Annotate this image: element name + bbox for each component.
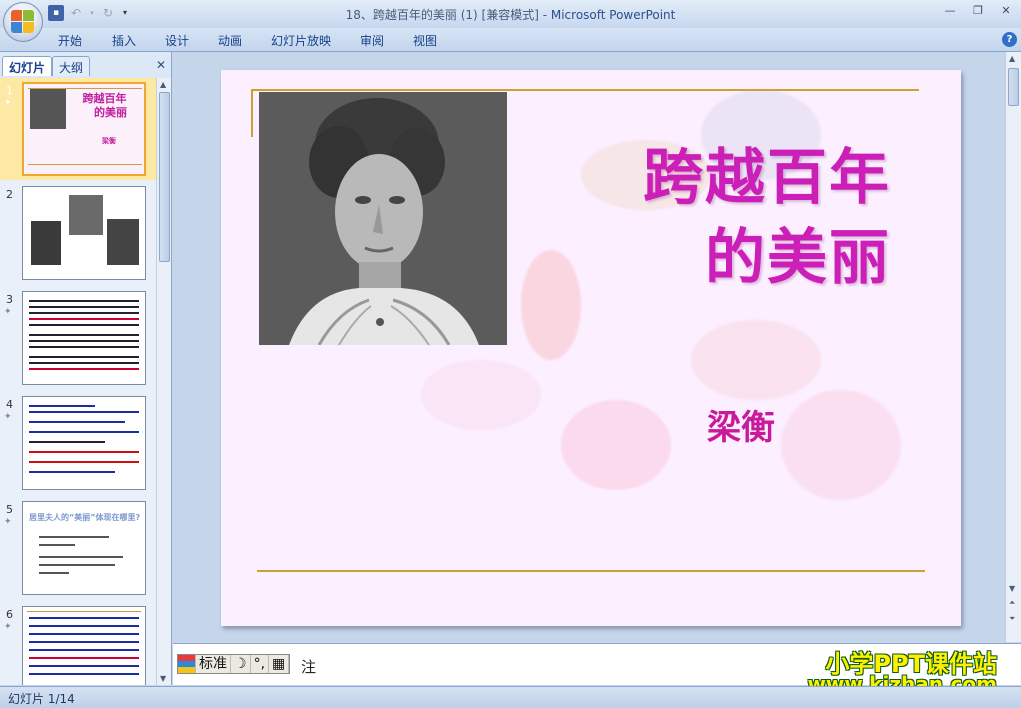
office-button[interactable]	[3, 2, 43, 42]
tab-insert[interactable]: 插入	[112, 32, 136, 49]
ime-logo-icon[interactable]	[178, 655, 196, 673]
animation-icon: ✦	[4, 517, 12, 527]
current-slide[interactable]: 跨越百年 的美丽 梁衡	[221, 70, 961, 626]
scroll-up-icon[interactable]: ▲	[1009, 54, 1015, 63]
slide-number: 4	[6, 398, 13, 411]
gold-rule-left	[251, 89, 253, 137]
slide-preview	[22, 606, 146, 685]
close-panel-icon[interactable]: ✕	[156, 58, 166, 72]
document-name: 18、跨越百年的美丽 (1) [兼容模式]	[345, 8, 539, 22]
soft-keyboard-icon[interactable]: ▦	[269, 655, 290, 673]
thumbnail-scrollbar[interactable]: ▲ ▼	[156, 78, 171, 685]
panel-tabs: 幻灯片 大纲 ✕	[0, 54, 172, 76]
slide-preview	[22, 186, 146, 280]
photo-thumbnail	[31, 221, 61, 265]
tab-view[interactable]: 视图	[413, 32, 437, 49]
help-icon[interactable]: ?	[1002, 32, 1017, 47]
tab-outline[interactable]: 大纲	[52, 56, 91, 76]
animation-icon: ✦	[4, 412, 12, 422]
portrait-thumbnail	[30, 89, 66, 129]
notes-placeholder: 注	[301, 658, 317, 676]
animation-icon: ✦	[4, 622, 12, 632]
tab-home[interactable]: 开始	[58, 32, 82, 49]
slide-author[interactable]: 梁衡	[707, 400, 775, 449]
status-bar: 幻灯片 1/14	[0, 686, 1021, 708]
slide-thumbnail-1[interactable]: 1 ✦ 跨越百年 的美丽 梁衡	[0, 78, 156, 180]
scrollbar-thumb[interactable]	[1008, 68, 1019, 106]
tab-design[interactable]: 设计	[165, 32, 189, 49]
halfwidth-moon-icon[interactable]: ☽	[231, 655, 251, 673]
decorative-flower	[421, 360, 541, 430]
slide-scrollbar[interactable]: ▲ ▼ ⏶ ⏷	[1005, 52, 1021, 642]
slide-preview: 居里夫人的“美丽”体现在哪里?	[22, 501, 146, 595]
slide-number: 6	[6, 608, 13, 621]
slide-preview	[22, 291, 146, 385]
photo-thumbnail	[107, 219, 139, 265]
next-slide-icon[interactable]: ⏷	[1009, 614, 1015, 624]
thumbnail-author: 梁衡	[102, 137, 116, 145]
window-title: 18、跨越百年的美丽 (1) [兼容模式] - Microsoft PowerP…	[345, 8, 676, 22]
previous-slide-icon[interactable]: ⏶	[1009, 598, 1015, 608]
gold-rule-bottom	[257, 570, 925, 572]
slide-thumbnail-list: 1 ✦ 跨越百年 的美丽 梁衡 2 3 ✦ 4 ✦ 5 ✦ 居里夫人的“美丽”体…	[0, 78, 156, 685]
slide-number: 1	[6, 84, 13, 97]
scroll-down-icon[interactable]: ▼	[1009, 584, 1015, 593]
thumbnail-title: 居里夫人的“美丽”体现在哪里?	[29, 513, 141, 522]
gold-rule-top	[251, 89, 919, 91]
office-logo-icon	[11, 10, 35, 34]
animation-icon: ✦	[4, 98, 12, 108]
tab-animations[interactable]: 动画	[218, 32, 242, 49]
punctuation-icon[interactable]: °,	[251, 655, 270, 673]
slide-preview: 跨越百年 的美丽 梁衡	[22, 82, 146, 176]
thumbnail-title: 跨越百年 的美丽	[82, 92, 128, 119]
slide-preview	[22, 396, 146, 490]
slide-thumbnail-5[interactable]: 5 ✦ 居里夫人的“美丽”体现在哪里?	[0, 497, 156, 599]
ribbon-tabs: 开始 插入 设计 动画 幻灯片放映 审阅 视图 ?	[0, 28, 1021, 52]
slide-counter: 幻灯片 1/14	[8, 692, 75, 706]
title-bar: ▪ ↶ ▾ ↻ ▾ 18、跨越百年的美丽 (1) [兼容模式] - Micros…	[0, 0, 1021, 42]
portrait-photo[interactable]	[259, 92, 507, 345]
ime-toolbar[interactable]: 标准 ☽ °, ▦	[177, 654, 291, 674]
slide-thumbnail-4[interactable]: 4 ✦	[0, 392, 156, 494]
ime-mode[interactable]: 标准	[196, 655, 231, 673]
decorative-flower	[781, 390, 901, 500]
close-button[interactable]: ✕	[997, 3, 1015, 19]
slide-number: 2	[6, 188, 13, 201]
slide-thumbnail-6[interactable]: 6 ✦	[0, 602, 156, 685]
application-name: Microsoft PowerPoint	[550, 8, 676, 22]
scrollbar-thumb[interactable]	[159, 92, 170, 262]
tab-slide-show[interactable]: 幻灯片放映	[271, 32, 331, 49]
slide-number: 3	[6, 293, 13, 306]
slide-thumbnail-2[interactable]: 2	[0, 182, 156, 284]
slide-title[interactable]: 跨越百年 的美丽	[551, 138, 891, 298]
decorative-flower	[561, 400, 671, 490]
slide-number: 5	[6, 503, 13, 516]
tab-slides[interactable]: 幻灯片	[2, 56, 53, 76]
window-controls: — ❐ ✕	[941, 3, 1015, 19]
slides-panel: 幻灯片 大纲 ✕ 1 ✦ 跨越百年 的美丽 梁衡 2 3 ✦ 4 ✦ 5 ✦ 居…	[0, 52, 172, 685]
restore-button[interactable]: ❐	[969, 3, 987, 19]
tab-review[interactable]: 审阅	[360, 32, 384, 49]
minimize-button[interactable]: —	[941, 3, 959, 19]
decorative-flower	[691, 320, 821, 400]
photo-thumbnail	[69, 195, 103, 235]
scroll-up-icon[interactable]: ▲	[160, 80, 166, 89]
scroll-down-icon[interactable]: ▼	[160, 674, 166, 683]
slide-editing-area: 跨越百年 的美丽 梁衡	[173, 52, 1003, 642]
animation-icon: ✦	[4, 307, 12, 317]
slide-thumbnail-3[interactable]: 3 ✦	[0, 287, 156, 389]
